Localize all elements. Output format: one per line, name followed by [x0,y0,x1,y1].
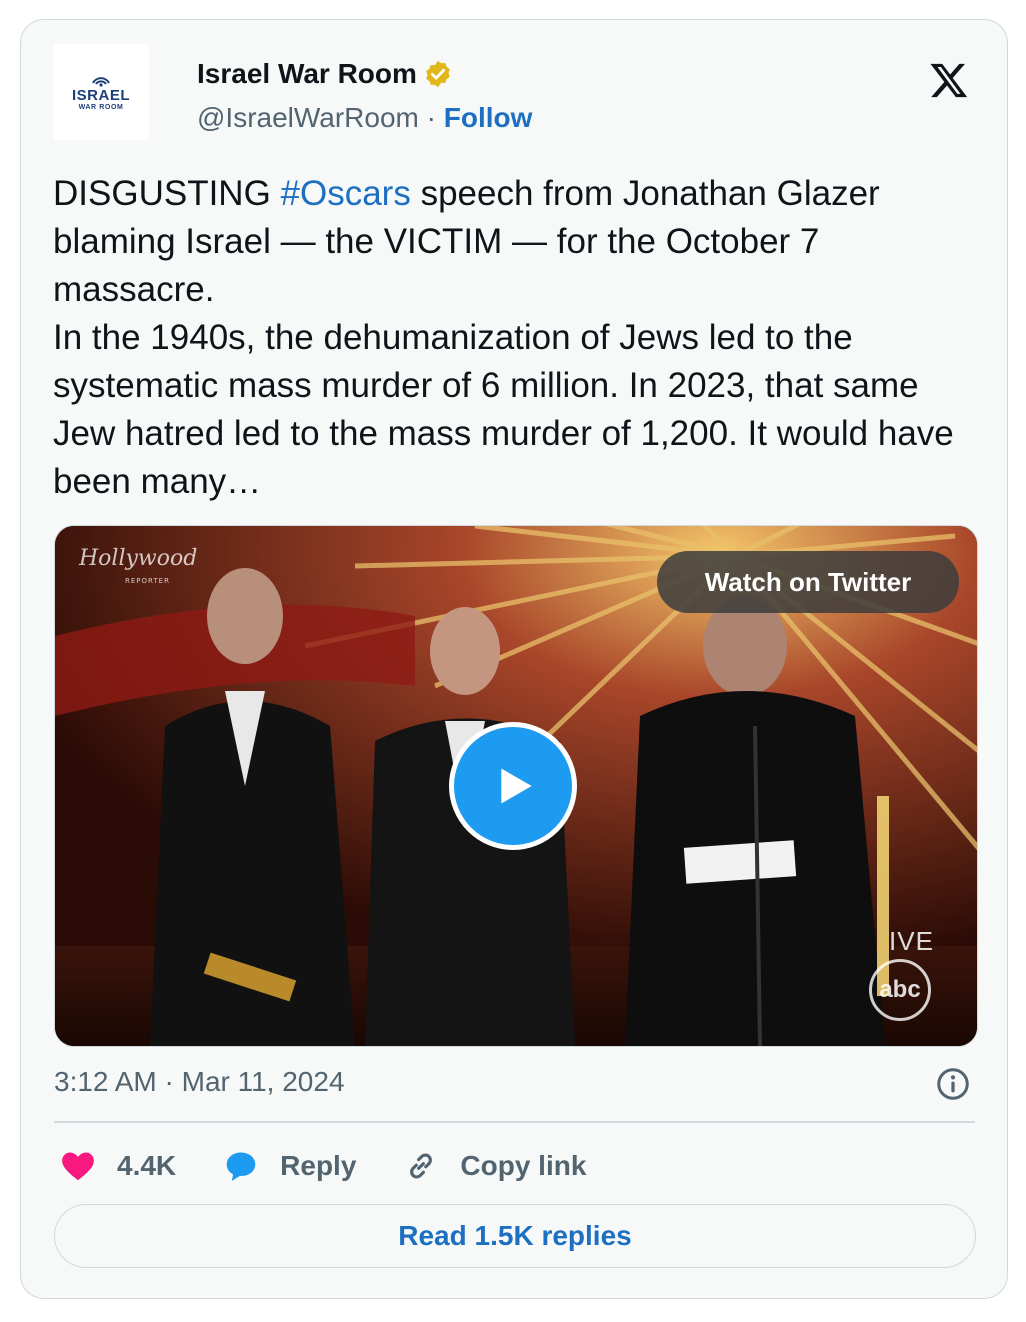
live-indicator: IVE [889,926,934,956]
like-button[interactable]: 4.4K [59,1147,176,1185]
video-player[interactable]: Hollywood REPORTER Watch on Twitter IVE … [54,525,978,1047]
watermark-subtext: REPORTER [125,577,170,585]
tweet-header: ISRAEL WAR ROOM Israel War Room @IsraelW… [53,44,979,140]
tweet-meta: 3:12 AM · Mar 11, 2024 [54,1066,977,1102]
author-handle[interactable]: @IsraelWarRoom [197,102,419,133]
link-icon [410,1153,433,1179]
play-icon [501,768,532,804]
timestamp-link[interactable]: 3:12 AM · Mar 11, 2024 [54,1066,345,1098]
reply-button[interactable]: Reply [222,1147,356,1185]
hollywood-reporter-watermark: Hollywood REPORTER [79,548,197,592]
copy-link-button[interactable]: Copy link [402,1147,586,1185]
tweet-text-rest: speech from Jonathan Glazer blaming Isra… [53,174,954,501]
copy-link-label: Copy link [460,1150,587,1181]
info-icon[interactable] [935,1066,971,1102]
watermark-text: Hollywood [79,546,198,571]
divider [54,1121,975,1123]
tweet-card: ISRAEL WAR ROOM Israel War Room @IsraelW… [20,19,1008,1299]
read-replies-button[interactable]: Read 1.5K replies [54,1204,976,1268]
tweet-text-start: DISGUSTING [53,174,281,213]
reply-bubble-icon [226,1152,256,1182]
like-count: 4.4K [117,1150,177,1181]
follow-button[interactable]: Follow [444,102,533,133]
verified-badge-icon [426,60,450,88]
avatar[interactable]: ISRAEL WAR ROOM [53,44,149,140]
author-name-row: Israel War Room [197,58,453,90]
abc-logo: abc [869,959,931,1021]
hashtag-link[interactable]: #Oscars [281,174,411,213]
author-name[interactable]: Israel War Room [197,58,417,90]
play-button[interactable] [449,722,577,850]
broadcast-icon [92,76,110,87]
x-logo-icon[interactable] [929,60,969,100]
heart-icon [62,1152,94,1181]
avatar-logo-bottom: WAR ROOM [78,103,124,111]
action-bar: 4.4K Reply Copy link [59,1144,632,1188]
handle-separator: · [426,102,444,133]
author-handle-row: @IsraelWarRoom · Follow [197,102,532,134]
avatar-logo-top: ISRAEL [71,86,130,104]
reply-label: Reply [280,1150,357,1181]
tweet-text: DISGUSTING #Oscars speech from Jonathan … [53,170,983,506]
watch-on-twitter-button[interactable]: Watch on Twitter [657,551,959,613]
